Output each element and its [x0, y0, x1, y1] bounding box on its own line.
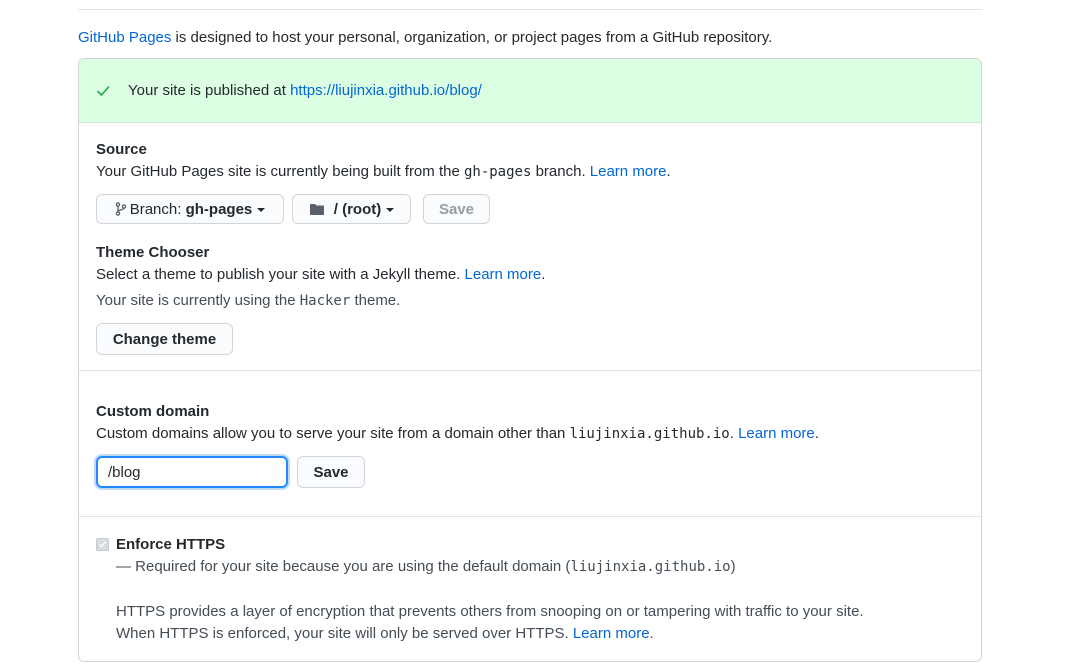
- check-icon: [96, 84, 110, 102]
- source-branch-code: gh-pages: [463, 164, 532, 180]
- https-required-prefix: — Required for your site because you are…: [116, 558, 571, 575]
- custom-domain-learn-more-link[interactable]: Learn more: [738, 425, 815, 442]
- enforce-https-title: Enforce HTTPS: [116, 536, 226, 553]
- branch-button-value: gh-pages: [185, 200, 253, 218]
- theme-current-prefix: Your site is currently using the: [96, 292, 300, 309]
- theme-period: .: [541, 266, 546, 283]
- theme-desc-text: Select a theme to publish your site with…: [96, 266, 465, 283]
- source-desc-prefix: Your GitHub Pages site is currently bein…: [96, 163, 464, 180]
- published-flash: Your site is published at https://liujin…: [79, 59, 981, 123]
- branch-button-prefix: Branch:: [129, 200, 182, 218]
- source-description: Your GitHub Pages site is currently bein…: [96, 163, 671, 181]
- https-learn-more-link[interactable]: Learn more: [573, 625, 650, 642]
- custom-domain-input[interactable]: [96, 456, 288, 488]
- source-desc-suffix: branch.: [531, 163, 590, 180]
- folder-select-button[interactable]: / (root): [292, 194, 411, 224]
- custom-domain-title: Custom domain: [96, 403, 210, 420]
- theme-current: Your site is currently using the Hacker …: [96, 292, 400, 310]
- top-divider: [78, 9, 982, 10]
- change-theme-button[interactable]: Change theme: [96, 323, 233, 355]
- custom-domain-code: liujinxia.github.io: [569, 426, 730, 442]
- published-text: Your site is published at: [128, 82, 291, 99]
- custom-domain-save-button[interactable]: Save: [297, 456, 365, 488]
- https-required-domain: liujinxia.github.io: [570, 559, 731, 575]
- https-required-suffix: ): [730, 558, 736, 575]
- published-url-link[interactable]: https://liujinxia.github.io/blog/: [290, 82, 482, 99]
- theme-title: Theme Chooser: [96, 244, 210, 261]
- section-divider: [79, 516, 981, 517]
- pages-intro: GitHub Pages is designed to host your pe…: [78, 29, 772, 47]
- https-explanation-line1: HTTPS provides a layer of encryption tha…: [116, 603, 864, 620]
- section-divider: [79, 370, 981, 371]
- theme-current-name: Hacker: [299, 293, 351, 309]
- custom-domain-desc-text: Custom domains allow you to serve your s…: [96, 425, 570, 442]
- https-period: .: [649, 625, 654, 642]
- source-period: .: [666, 163, 671, 180]
- theme-learn-more-link[interactable]: Learn more: [465, 266, 542, 283]
- git-branch-icon: [115, 202, 127, 216]
- theme-description: Select a theme to publish your site with…: [96, 266, 545, 284]
- custom-domain-description: Custom domains allow you to serve your s…: [96, 425, 819, 443]
- github-pages-link[interactable]: GitHub Pages: [78, 29, 171, 46]
- https-explanation-line2: When HTTPS is enforced, your site will o…: [116, 625, 654, 643]
- custom-domain-period: .: [814, 425, 819, 442]
- theme-current-suffix: theme.: [350, 292, 401, 309]
- https-required-note: — Required for your site because you are…: [116, 558, 736, 576]
- https-line2-text: When HTTPS is enforced, your site will o…: [116, 625, 573, 642]
- pages-settings-box: Your site is published at https://liujin…: [78, 58, 982, 662]
- chevron-down-icon: [386, 208, 395, 212]
- folder-button-label: / (root): [333, 200, 382, 218]
- source-title: Source: [96, 141, 147, 158]
- custom-domain-period-space: .: [729, 425, 739, 442]
- source-learn-more-link[interactable]: Learn more: [590, 163, 667, 180]
- intro-text: is designed to host your personal, organ…: [171, 29, 773, 46]
- chevron-down-icon: [257, 208, 266, 212]
- published-message: Your site is published at https://liujin…: [128, 82, 482, 100]
- checkmark-icon: [99, 541, 107, 548]
- source-save-button[interactable]: Save: [423, 194, 490, 224]
- folder-icon: [309, 203, 325, 216]
- enforce-https-checkbox[interactable]: [96, 538, 109, 551]
- branch-select-button[interactable]: Branch: gh-pages: [96, 194, 284, 224]
